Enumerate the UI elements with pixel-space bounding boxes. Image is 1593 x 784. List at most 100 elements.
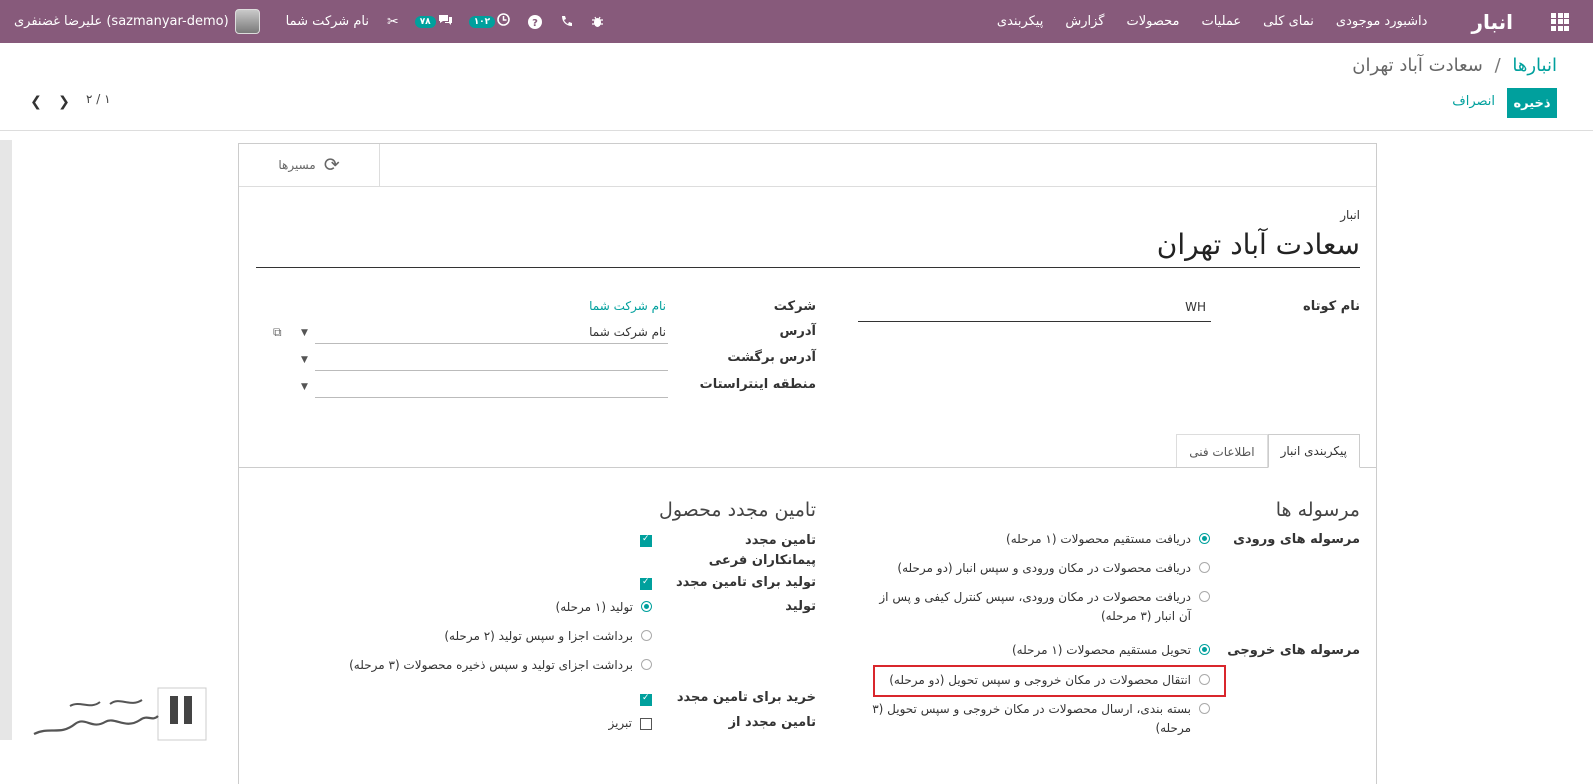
routes-button-label: مسیرها [278, 158, 316, 172]
scrollbar[interactable] [0, 140, 12, 740]
manufacture-option-2-label: برداشت اجزا و سپس تولید (۲ مرحله) [444, 629, 633, 643]
menu-operations[interactable]: عملیات [1201, 14, 1241, 29]
incoming-option-2-label: دریافت محصولات در مکان ورودی و سپس انبار… [897, 561, 1191, 575]
address-underline [315, 343, 668, 344]
avatar [234, 9, 260, 34]
activities-badge: ۱۰۲ [468, 15, 496, 28]
intrastat-label: منطقه اینتراستات [699, 377, 816, 392]
manufacture-option-2[interactable]: برداشت اجزا و سپس تولید (۲ مرحله) [392, 627, 652, 646]
shipments-title: مرسوله ها [1275, 499, 1360, 521]
buy-resupply-checkbox[interactable] [640, 693, 652, 706]
incoming-shipments-label: مرسوله های ورودی [1233, 532, 1360, 547]
chat-icon [438, 13, 453, 30]
menu-reporting[interactable]: گزارش [1065, 14, 1104, 29]
refresh-icon: ⟳ [323, 154, 340, 176]
tools-icon[interactable]: ✂ [387, 14, 399, 30]
outgoing-option-3[interactable]: بسته بندی، ارسال محصولات در مکان خروجی و… [865, 700, 1210, 738]
routes-button[interactable]: ⟳ مسیرها [239, 144, 380, 186]
outgoing-option-2[interactable]: انتقال محصولات در مکان خروجی و سپس تحویل… [880, 671, 1210, 690]
breadcrumb-separator: / [1494, 55, 1501, 76]
incoming-option-1-label: دریافت مستقیم محصولات (۱ مرحله) [1006, 532, 1191, 546]
menu-inventory-dashboard[interactable]: داشبورد موجودی [1336, 14, 1428, 29]
manufacture-option-3-label: برداشت اجزای تولید و سپس ذخیره محصولات (… [349, 658, 633, 672]
form-sheet: ⟳ مسیرها انبار سعادت آباد تهران نام کوتا… [238, 143, 1377, 784]
outgoing-option-1[interactable]: تحویل مستقیم محصولات (۱ مرحله) [910, 641, 1210, 660]
notebook-tabs: پیکربندی انبار اطلاعات فنی [1176, 434, 1360, 468]
radio-selected-icon [1199, 644, 1210, 655]
subcontractor-resupply-label: تامین مجدد پیمانکاران فرعی [708, 533, 816, 568]
menu-overview[interactable]: نمای کلی [1263, 14, 1314, 29]
incoming-option-3-label: دریافت محصولات در مکان ورودی، سپس کنترل … [879, 590, 1191, 623]
help-icon[interactable]: ? [528, 14, 543, 29]
outgoing-option-2-label: انتقال محصولات در مکان خروجی و سپس تحویل… [889, 673, 1191, 687]
svg-text:?: ? [532, 18, 538, 29]
manufacture-resupply-label: تولید برای تامین مجدد [675, 575, 816, 590]
tab-warehouse-config[interactable]: پیکربندی انبار [1267, 434, 1360, 468]
watermark-logo [30, 686, 210, 744]
radio-icon [1199, 703, 1210, 714]
button-box: ⟳ مسیرها [239, 144, 1376, 187]
resupply-from-option-label: تبریز [608, 716, 632, 730]
menu-products[interactable]: محصولات [1126, 14, 1179, 29]
incoming-option-1[interactable]: دریافت مستقیم محصولات (۱ مرحله) [910, 530, 1210, 549]
manufacture-option-3[interactable]: برداشت اجزای تولید و سپس ذخیره محصولات (… [322, 656, 652, 675]
company-link[interactable]: نام شرکت شما [589, 299, 666, 313]
radio-icon [1199, 674, 1210, 685]
tab-technical-info[interactable]: اطلاعات فنی [1176, 434, 1268, 468]
intrastat-input[interactable] [315, 397, 668, 398]
debug-bug-icon[interactable] [591, 15, 604, 28]
outgoing-shipments-label: مرسوله های خروجی [1227, 643, 1360, 658]
company-switcher[interactable]: نام شرکت شما [286, 14, 369, 29]
discard-button[interactable]: انصراف [1452, 94, 1495, 109]
warehouse-name-input[interactable]: سعادت آباد تهران [256, 228, 1360, 268]
outgoing-option-3-label: بسته بندی، ارسال محصولات در مکان خروجی و… [872, 702, 1191, 735]
pager-arrows: ❮ ❯ [22, 94, 78, 110]
return-address-label: آدرس برگشت [727, 350, 816, 365]
manufacture-label: تولید [785, 599, 816, 614]
activities-button[interactable]: ۱۰۲ [468, 13, 510, 30]
pager-value[interactable]: ۲ / ۱ [86, 92, 111, 106]
app-brand[interactable]: انبار [1471, 10, 1513, 34]
return-address-dropdown-icon[interactable]: ▼ [301, 355, 308, 365]
intrastat-dropdown-icon[interactable]: ▼ [301, 382, 308, 392]
manufacture-option-1-label: تولید (۱ مرحله) [555, 600, 633, 614]
apps-grid-icon[interactable] [1551, 12, 1569, 31]
user-menu[interactable]: علیرضا غضنفری (sazmanyar-demo) [14, 9, 260, 34]
menu-configuration[interactable]: پیکربندی [997, 14, 1043, 29]
manufacture-option-1[interactable]: تولید (۱ مرحله) [452, 598, 652, 617]
user-name: علیرضا غضنفری (sazmanyar-demo) [14, 14, 229, 29]
main-menu: داشبورد موجودی نمای کلی عملیات محصولات گ… [975, 14, 1428, 29]
resupply-title: تامین مجدد محصول [659, 499, 816, 521]
return-address-input[interactable] [315, 370, 668, 371]
resupply-from-checkbox[interactable] [640, 718, 652, 730]
pager-prev-icon[interactable]: ❮ [22, 94, 50, 110]
subcontractor-resupply-checkbox[interactable] [640, 534, 652, 547]
phone-icon[interactable] [560, 15, 573, 28]
radio-icon [641, 659, 652, 670]
short-name-underline [858, 321, 1211, 322]
breadcrumb-current: سعادت آباد تهران [1352, 55, 1483, 76]
breadcrumb: انبارها / سعادت آباد تهران [1352, 55, 1557, 76]
address-input[interactable]: نام شرکت شما [589, 325, 666, 339]
radio-icon [641, 630, 652, 641]
external-link-icon[interactable]: ⧉ [273, 325, 282, 340]
save-button[interactable]: ذخیره [1507, 88, 1557, 118]
breadcrumb-warehouses[interactable]: انبارها [1512, 55, 1557, 76]
clock-icon [497, 13, 510, 30]
buy-resupply-label: خرید برای تامین مجدد [676, 690, 816, 705]
address-label: آدرس [779, 324, 816, 339]
messages-button[interactable]: ۷۸ [414, 13, 453, 30]
short-name-input[interactable]: WH [1185, 300, 1206, 314]
radio-icon [1199, 562, 1210, 573]
address-dropdown-icon[interactable]: ▼ [301, 328, 308, 338]
incoming-option-2[interactable]: دریافت محصولات در مکان ورودی و سپس انبار… [880, 559, 1210, 578]
radio-selected-icon [641, 601, 652, 612]
tabs-divider [239, 467, 1376, 468]
manufacture-resupply-checkbox[interactable] [640, 577, 652, 590]
control-panel: انبارها / سعادت آباد تهران ذخیره انصراف … [0, 43, 1593, 131]
warehouse-label: انبار [1340, 208, 1360, 222]
company-label: شرکت [773, 299, 816, 314]
pager-next-icon[interactable]: ❯ [50, 94, 78, 110]
incoming-option-3[interactable]: دریافت محصولات در مکان ورودی، سپس کنترل … [865, 588, 1210, 626]
outgoing-option-1-label: تحویل مستقیم محصولات (۱ مرحله) [1011, 643, 1191, 657]
